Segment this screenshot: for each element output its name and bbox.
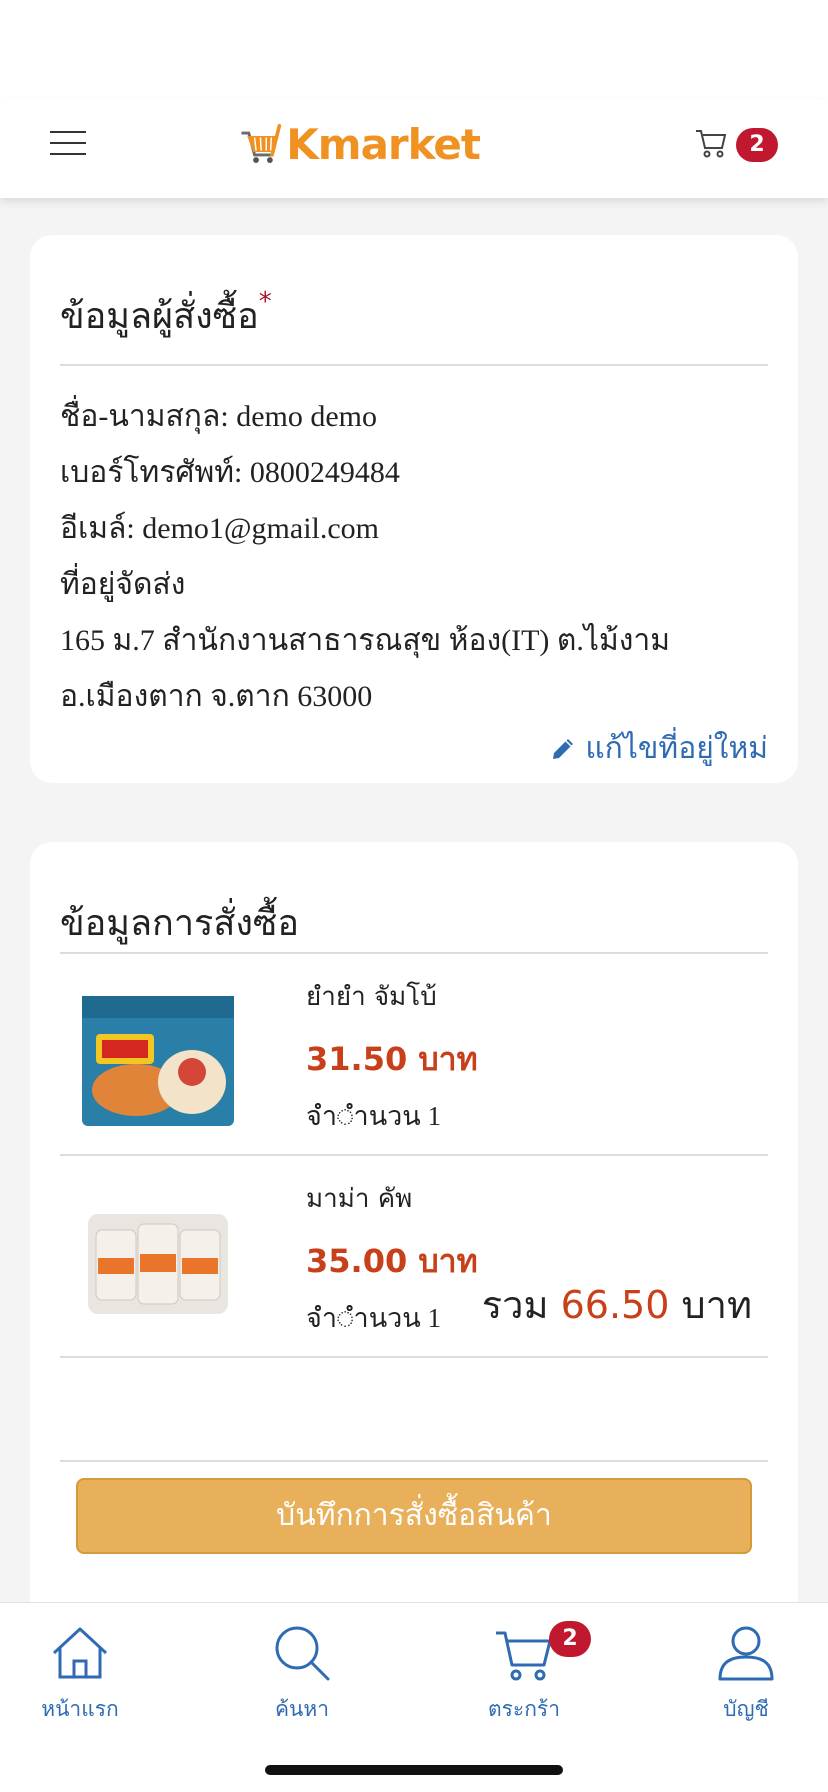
user-icon	[718, 1626, 774, 1681]
divider	[60, 1460, 768, 1462]
buyer-info-card: ข้อมูลผู้สั่งซื้อ* ชื่อ-นามสกุล: demo de…	[30, 235, 798, 783]
nav-home-label: หน้าแรก	[41, 1697, 119, 1721]
home-icon	[52, 1627, 108, 1679]
header-cart-button[interactable]: 2	[694, 122, 784, 168]
buyer-email: อีเมล์: demo1@gmail.com	[60, 512, 380, 545]
address-line-1: 165 ม.7 สำนักงานสาธารณสุข ห้อง(IT) ต.ไม้…	[60, 624, 671, 657]
required-mark: *	[258, 287, 272, 317]
address-line-2: อ.เมืองตาก จ.ตาก 63000	[60, 680, 373, 713]
item-price: 35.00 บาท	[306, 1242, 478, 1280]
brand-name: Kmarket	[286, 119, 481, 169]
product-image-mama-cup	[74, 1174, 242, 1342]
total-unit: บาท	[681, 1283, 752, 1327]
divider	[60, 1356, 768, 1358]
cart-icon	[496, 1631, 552, 1681]
logo-cart-icon	[241, 123, 282, 163]
nav-search[interactable]: ค้นหา	[232, 1621, 372, 1731]
order-info-title: ข้อมูลการสั่งซื้อ	[60, 903, 299, 944]
order-total: รวม 66.50 บาท	[482, 1274, 752, 1335]
total-label: รวม	[481, 1283, 549, 1327]
product-image-yumyum	[74, 972, 242, 1140]
edit-address-link[interactable]: แก้ไขที่อยู่ใหม่	[549, 725, 768, 772]
home-indicator	[265, 1765, 563, 1775]
order-item[interactable]: ยำยำ จัมโบ้ 31.50 บาท จำ◌ำนวน 1	[60, 954, 768, 1156]
item-quantity: จำ◌ำนวน 1	[306, 1303, 442, 1333]
cart-count-badge: 2	[736, 128, 778, 162]
nav-search-label: ค้นหา	[274, 1697, 330, 1721]
bottom-nav: หน้าแรก ค้นหา ตระกร้า 2 บัญชี	[0, 1602, 828, 1792]
nav-home[interactable]: หน้าแรก	[10, 1621, 150, 1731]
item-name: ยำยำ จัมโบ้	[306, 982, 437, 1012]
brand-logo[interactable]: Kmarket	[240, 112, 481, 176]
buyer-phone: เบอร์โทรศัพท์: 0800249484	[60, 456, 400, 489]
edit-address-label: แก้ไขที่อยู่ใหม่	[585, 731, 768, 766]
divider	[60, 364, 768, 366]
order-info-card: ข้อมูลการสั่งซื้อ ยำยำ จัมโบ้ 31.50 บาท …	[30, 842, 798, 1622]
app-header: Kmarket 2	[0, 100, 828, 198]
search-icon	[275, 1626, 330, 1681]
nav-account[interactable]: บัญชี	[676, 1621, 816, 1731]
cart-icon	[696, 130, 727, 158]
item-quantity: จำ◌ำนวน 1	[306, 1101, 442, 1131]
menu-icon[interactable]	[50, 128, 86, 158]
item-price: 31.50 บาท	[306, 1040, 478, 1078]
nav-cart-label: ตระกร้า	[488, 1697, 560, 1721]
item-name: มาม่า คัพ	[306, 1184, 413, 1214]
total-value: 66.50	[560, 1283, 670, 1327]
address-heading: ที่อยู่จัดส่ง	[60, 568, 186, 601]
status-bar	[0, 0, 828, 100]
nav-cart[interactable]: ตระกร้า 2	[454, 1621, 594, 1731]
buyer-info-title: ข้อมูลผู้สั่งซื้อ*	[60, 287, 272, 344]
buyer-name: ชื่อ-นามสกุล: demo demo	[60, 400, 377, 433]
nav-account-label: บัญชี	[723, 1697, 769, 1721]
buyer-info-title-text: ข้อมูลผู้สั่งซื้อ	[60, 296, 259, 337]
save-order-button[interactable]: บันทึกการสั่งซื้อสินค้า	[76, 1478, 752, 1554]
pencil-icon	[553, 738, 574, 759]
nav-cart-badge: 2	[549, 1621, 591, 1657]
